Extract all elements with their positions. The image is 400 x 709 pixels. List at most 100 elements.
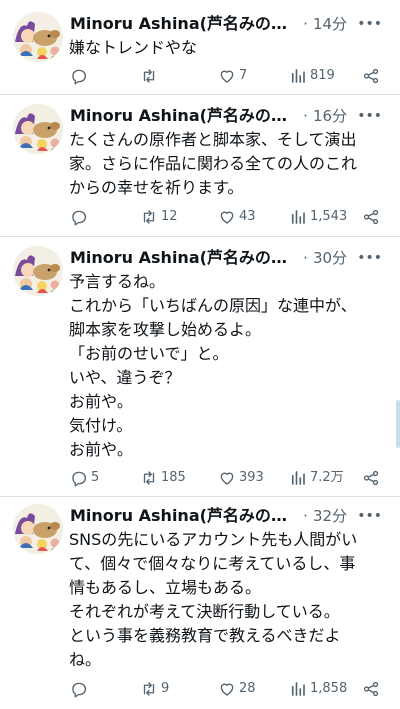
reply-icon [70,680,88,698]
tweet-text-line: たくさんの原作者と脚本家、そして演出 [69,130,357,149]
reply-button[interactable] [70,207,91,227]
timestamp[interactable]: 14分 [313,12,347,36]
heart-icon [218,680,236,698]
views-count: 1,858 [310,681,348,696]
tweet-text-line: SNSの先にいるアカウント先も人間がい [69,530,358,549]
tweet[interactable]: Minoru Ashina(芦名みのる... · 14分 ••• 嫌なトレンドや… [0,12,400,94]
more-icon[interactable]: ••• [357,246,382,270]
retweet-count: 185 [161,470,186,485]
views-count: 819 [310,68,335,83]
like-button[interactable]: 28 [218,679,256,699]
tweet-text-line: 「お前のせいで」と。 [69,344,229,363]
share-button[interactable] [362,66,380,86]
tweet-text: SNSの先にいるアカウント先も人間がい て、個々で個々なりに考えているし、事 情… [69,528,391,672]
avatar[interactable] [13,246,63,296]
avatar[interactable] [13,12,63,62]
views-icon [289,67,307,85]
like-count: 43 [239,209,256,224]
timestamp[interactable]: 16分 [313,104,347,128]
reply-icon [70,208,88,226]
avatar[interactable] [13,504,63,554]
tweet-text-line: 嫌なトレンドやな [69,38,198,57]
heart-icon [218,469,236,487]
like-button[interactable]: 393 [218,468,264,488]
like-count: 28 [239,681,256,696]
heart-icon [218,67,236,85]
tweet-text-line: からの幸せを祈ります。 [69,178,244,197]
like-button[interactable]: 43 [218,207,256,227]
author-name[interactable]: Minoru Ashina(芦名みのる... [70,104,298,128]
tweet-text: 予言するね。 これから「いちばんの原因」な連中が、 脚本家を攻撃し始めるよ。 「… [69,270,391,462]
tweet-header: Minoru Ashina(芦名みのる... · 14分 ••• [70,12,388,36]
tweet-text-line: 気付け。 [69,416,133,435]
tweet-actions: 7 819 [70,66,386,86]
tweet[interactable]: Minoru Ashina(芦名みのる... · 30分 ••• 予言するね。 … [0,246,400,494]
tweet-text-line: という事を義務教育で教えるべきだよ [69,626,341,645]
more-icon[interactable]: ••• [357,104,382,128]
reply-icon [70,67,88,85]
views-button[interactable]: 1,858 [289,679,347,699]
share-button[interactable] [362,207,380,227]
tweet-text-line: 情もあるし、立場もある。 [69,578,262,597]
timestamp[interactable]: 30分 [313,246,347,270]
retweet-button[interactable]: 12 [140,207,178,227]
tweet-text-line: ね。 [69,650,102,669]
tweet-header: Minoru Ashina(芦名みのる... · 30分 ••• [70,246,388,270]
like-button[interactable]: 7 [218,66,247,86]
separator: · [303,15,308,33]
like-count: 393 [239,470,264,485]
like-count: 7 [239,68,248,83]
share-icon [362,67,380,85]
tweet-header: Minoru Ashina(芦名みのる... · 16分 ••• [70,104,388,128]
views-button[interactable]: 7.2万 [289,468,344,488]
retweet-button[interactable]: 9 [140,679,169,699]
views-icon [289,469,307,487]
tweet-text-line: いや、違うぞ？ [69,368,181,387]
share-icon [362,208,380,226]
reply-count: 5 [91,470,100,485]
separator: · [303,107,308,125]
tweet-actions: 9 28 1,858 [70,679,386,699]
more-icon[interactable]: ••• [357,12,382,36]
share-button[interactable] [362,468,380,488]
reply-button[interactable] [70,66,91,86]
reply-button[interactable]: 5 [70,468,99,488]
reply-button[interactable] [70,679,91,699]
tweet[interactable]: Minoru Ashina(芦名みのる... · 16分 ••• たくさんの原作… [0,104,400,232]
views-icon [289,208,307,226]
retweet-button[interactable]: 185 [140,468,186,488]
tweet-text: たくさんの原作者と脚本家、そして演出 家。さらに作品に関わる全ての人のこれ から… [69,128,391,200]
more-icon[interactable]: ••• [357,504,382,528]
divider [0,94,400,95]
author-name[interactable]: Minoru Ashina(芦名みのる... [70,504,298,528]
author-name[interactable]: Minoru Ashina(芦名みのる... [70,12,298,36]
reply-icon [70,469,88,487]
retweet-count: 9 [161,681,170,696]
retweet-count: 12 [161,209,178,224]
views-count: 1,543 [310,209,348,224]
author-name[interactable]: Minoru Ashina(芦名みのる... [70,246,298,270]
share-icon [362,469,380,487]
divider [0,236,400,237]
tweet[interactable]: Minoru Ashina(芦名みのる... · 32分 ••• SNSの先にい… [0,504,400,704]
tweet-text-line: これから「いちばんの原因」な連中が、 [69,296,357,315]
retweet-button[interactable] [140,66,161,86]
share-icon [362,680,380,698]
tweet-actions: 5 185 393 7.2万 [70,468,386,488]
tweet-text-line: 予言するね。 [69,272,166,291]
scrollbar[interactable] [396,400,400,448]
views-button[interactable]: 1,543 [289,207,347,227]
retweet-icon [140,680,158,698]
tweet-actions: 12 43 1,543 [70,207,386,227]
views-icon [289,680,307,698]
views-button[interactable]: 819 [289,66,335,86]
retweet-icon [140,67,158,85]
timestamp[interactable]: 32分 [313,504,347,528]
avatar[interactable] [13,104,63,154]
tweet-text: 嫌なトレンドやな [69,36,391,60]
share-button[interactable] [362,679,380,699]
tweet-text-line: お前や。 [69,392,133,411]
views-count: 7.2万 [310,470,344,485]
divider [0,496,400,497]
tweet-text-line: お前や。 [69,440,133,459]
